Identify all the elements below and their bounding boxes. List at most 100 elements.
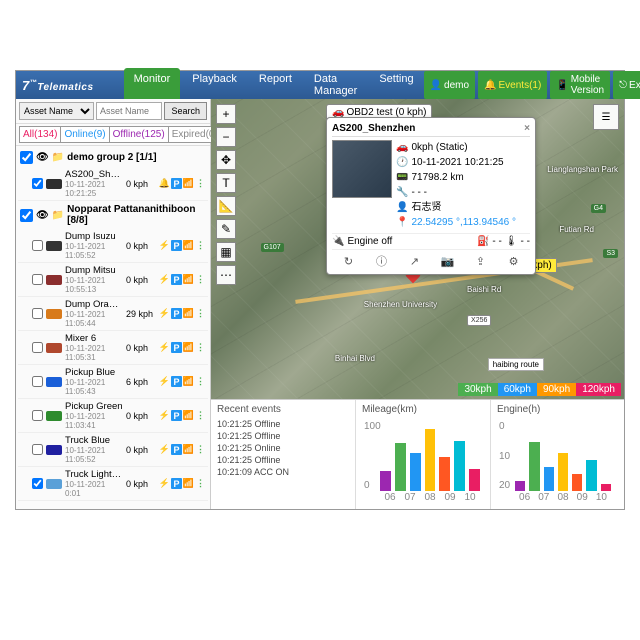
asset-row[interactable]: Dump Mitsu 10-11-2021 10:55:13 0 kph ⚡ P… (18, 263, 208, 297)
bottom-panels: Recent events 10:21:25 Offline10:21:25 O… (211, 399, 624, 509)
zoom-in-button[interactable]: + (216, 104, 236, 124)
nav-monitor[interactable]: Monitor (124, 68, 181, 102)
chart-bar (601, 484, 611, 491)
asset-checkbox[interactable] (32, 274, 43, 285)
panel-title: Recent events (217, 404, 349, 415)
asset-checkbox[interactable] (32, 240, 43, 251)
nav-playback[interactable]: Playback (182, 68, 247, 102)
more-icon[interactable]: ⋮ (195, 342, 206, 353)
more-icon[interactable]: ⋮ (195, 478, 206, 489)
asset-checkbox[interactable] (32, 308, 43, 319)
more-icon[interactable]: ⋮ (195, 444, 206, 455)
search-input[interactable] (96, 102, 162, 120)
asset-status-icons: ⚡ P 📶 ⋮ (159, 240, 206, 251)
filter-offline[interactable]: Offline(125) (110, 126, 169, 143)
folder-icon: 📁 (52, 152, 64, 163)
asset-checkbox[interactable] (32, 178, 43, 189)
asset-checkbox[interactable] (32, 478, 43, 489)
filter-all[interactable]: All(134) (19, 126, 61, 143)
refresh-button[interactable]: ↻ (341, 253, 357, 269)
asset-checkbox[interactable] (32, 376, 43, 387)
layers-tool[interactable]: ▦ (216, 242, 236, 262)
more-icon[interactable]: ⋮ (195, 410, 206, 421)
asset-row[interactable]: Pickup Blue 10-11-2021 11:05:43 6 kph ⚡ … (18, 365, 208, 399)
more-icon[interactable]: ⋮ (195, 274, 206, 285)
share-button[interactable]: ⇪ (473, 253, 489, 269)
body: Asset Name Search All(134) Online(9) Off… (16, 99, 624, 509)
signal-icon: 📶 (183, 410, 194, 421)
more-tool[interactable]: ⋯ (216, 265, 236, 285)
collapse-icon[interactable]: 👁 (36, 152, 49, 163)
nav-report[interactable]: Report (249, 68, 302, 102)
more-icon[interactable]: ⋮ (195, 376, 206, 387)
chart-bar (586, 460, 596, 492)
nav-data-manager[interactable]: Data Manager (304, 68, 367, 102)
panel-title: Engine(h) (497, 404, 615, 415)
asset-tree[interactable]: 👁 📁 demo group 2 [1/1] AS200_Shenzhen 10… (16, 146, 210, 509)
asset-checkbox[interactable] (32, 410, 43, 421)
asset-name: Mixer 6 (65, 333, 123, 344)
group-header[interactable]: 👁 📁 Nopparat Pattananithiboon [8/8] (18, 201, 208, 229)
asset-checkbox[interactable] (32, 444, 43, 455)
asset-name: Dump Isuzu (65, 231, 123, 242)
asset-status-icons: ⚡ P 📶 ⋮ (159, 376, 206, 387)
layers-icon: ☰ (602, 112, 611, 123)
event-item[interactable]: 10:21:25 Online (217, 442, 349, 454)
asset-name: Pickup Blue (65, 367, 123, 378)
search-button[interactable]: Search (164, 102, 207, 120)
pan-tool[interactable]: ✥ (216, 150, 236, 170)
zoom-out-button[interactable]: − (216, 127, 236, 147)
camera-button[interactable]: 📷 (440, 253, 456, 269)
more-icon[interactable]: ⋮ (195, 308, 206, 319)
header: 7™Telematics Monitor Playback Report Dat… (16, 71, 624, 99)
event-item[interactable]: 10:21:25 Offline (217, 430, 349, 442)
more-icon[interactable]: ⋮ (195, 240, 206, 251)
signal-icon: 📶 (183, 274, 194, 285)
engine-icon: ⚡ (159, 444, 170, 455)
engine-icon: ⚡ (159, 478, 170, 489)
highway-badge: G107 (261, 243, 284, 252)
asset-speed: 0 kph (126, 275, 156, 285)
asset-time: 10-11-2021 11:05:43 (65, 378, 123, 396)
asset-row[interactable]: Mixer 6 10-11-2021 11:05:31 0 kph ⚡ P 📶 … (18, 331, 208, 365)
asset-row[interactable]: Dump Orange 10-11-2021 11:05:44 29 kph ⚡… (18, 297, 208, 331)
filter-online[interactable]: Online(9) (61, 126, 109, 143)
draw-tool[interactable]: ✎ (216, 219, 236, 239)
car-icon (46, 309, 62, 319)
asset-row[interactable]: Truck Blue 10-11-2021 11:05:52 0 kph ⚡ P… (18, 433, 208, 467)
event-item[interactable]: 10:21:25 Offline (217, 418, 349, 430)
events-list[interactable]: 10:21:25 Offline10:21:25 Offline10:21:25… (217, 418, 349, 478)
layer-switch[interactable]: ☰ (593, 104, 619, 130)
events-button[interactable]: 🔔Events(1) (478, 71, 547, 99)
more-icon[interactable]: ⋮ (195, 178, 206, 189)
asset-status-icons: ⚡ P 📶 ⋮ (159, 342, 206, 353)
exit-button[interactable]: ⎋Exit (613, 71, 640, 99)
popup-close-button[interactable]: × (524, 123, 530, 134)
asset-row[interactable]: Pickup Green 10-11-2021 11:03:41 0 kph ⚡… (18, 399, 208, 433)
collapse-icon[interactable]: 👁 (36, 210, 49, 221)
route-label[interactable]: haibing route (488, 358, 544, 371)
user-button[interactable]: 👤demo (424, 71, 475, 99)
mobile-button[interactable]: 📱Mobile Version (550, 71, 610, 99)
chart-bar (529, 442, 539, 491)
asset-speed: 6 kph (126, 377, 156, 387)
asset-row[interactable]: Dump Isuzu 10-11-2021 11:05:52 0 kph ⚡ P… (18, 229, 208, 263)
search-mode-select[interactable]: Asset Name (19, 102, 94, 120)
text-tool[interactable]: T (216, 173, 236, 193)
group-checkbox[interactable] (20, 209, 33, 222)
event-item[interactable]: 10:21:25 Offline (217, 454, 349, 466)
event-item[interactable]: 10:21:09 ACC ON (217, 466, 349, 478)
map[interactable]: Lianglangshan Park Futian Rd Binhai Blvd… (211, 99, 624, 399)
asset-row[interactable]: AS200_Shenzhen 10-11-2021 10:21:25 0 kph… (18, 167, 208, 201)
chart-bar (454, 441, 465, 491)
asset-row[interactable]: Truck Light Blue 10-11-2021 0:01 0 kph ⚡… (18, 467, 208, 501)
nav-setting[interactable]: Setting (369, 68, 423, 102)
measure-tool[interactable]: 📐 (216, 196, 236, 216)
app-window: 7™Telematics Monitor Playback Report Dat… (15, 70, 625, 510)
group-checkbox[interactable] (20, 151, 33, 164)
route-button[interactable]: ↗ (407, 253, 423, 269)
info-button[interactable]: ⓘ (374, 253, 390, 269)
settings-button[interactable]: ⚙ (506, 253, 522, 269)
group-header[interactable]: 👁 📁 demo group 2 [1/1] (18, 148, 208, 167)
asset-checkbox[interactable] (32, 342, 43, 353)
